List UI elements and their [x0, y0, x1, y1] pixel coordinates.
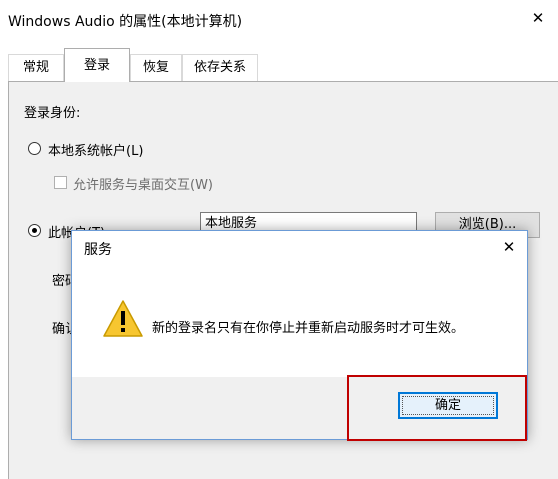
title-bar: Windows Audio 的属性(本地计算机) ✕	[0, 0, 558, 40]
dialog-message: 新的登录名只有在你停止并重新启动服务时才可生效。	[152, 321, 465, 336]
tab-general[interactable]: 常规	[8, 54, 64, 81]
local-system-label: 本地系统帐户(L)	[48, 144, 144, 159]
this-account-radio[interactable]	[28, 224, 41, 237]
allow-desktop-label: 允许服务与桌面交互(W)	[73, 178, 213, 193]
allow-desktop-checkbox[interactable]	[54, 176, 67, 189]
tab-strip: 常规 登录 恢复 依存关系	[0, 48, 558, 82]
tab-dependencies[interactable]: 依存关系	[182, 54, 258, 81]
dialog-title: 服务	[84, 242, 112, 258]
warning-icon	[103, 300, 143, 337]
tab-logon[interactable]: 登录	[64, 48, 130, 82]
close-icon[interactable]: ✕	[526, 6, 550, 30]
window-title: Windows Audio 的属性(本地计算机)	[8, 14, 243, 30]
dialog-close-icon[interactable]: ✕	[497, 235, 521, 259]
local-system-radio[interactable]	[28, 142, 41, 155]
tab-recovery[interactable]: 恢复	[130, 54, 182, 81]
highlight-box	[347, 375, 527, 441]
logon-as-label: 登录身份:	[24, 106, 81, 121]
